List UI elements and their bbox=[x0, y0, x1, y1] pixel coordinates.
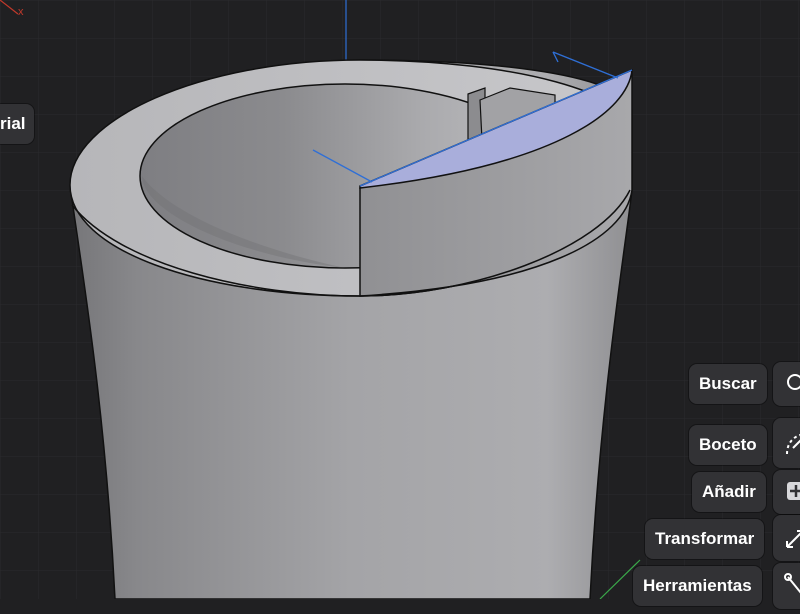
search-icon bbox=[787, 374, 800, 390]
add-tool[interactable] bbox=[773, 470, 800, 514]
transform-arrows-icon bbox=[786, 530, 800, 548]
sketch-button[interactable]: Boceto bbox=[689, 425, 767, 465]
left-panel-button[interactable]: rial bbox=[0, 104, 34, 144]
sketch-button-label: Boceto bbox=[699, 435, 757, 454]
add-button-label: Añadir bbox=[702, 482, 756, 501]
3d-viewport[interactable] bbox=[0, 0, 800, 599]
add-button[interactable]: Añadir bbox=[692, 472, 766, 512]
search-button-label: Buscar bbox=[699, 374, 757, 393]
transform-button-label: Transformar bbox=[655, 529, 755, 548]
tools-button-label: Herramientas bbox=[643, 576, 752, 595]
transform-button[interactable]: Transformar bbox=[645, 519, 765, 559]
tools-icon bbox=[784, 573, 800, 594]
tools-button[interactable]: Herramientas bbox=[633, 566, 762, 606]
search-tool[interactable] bbox=[773, 362, 800, 406]
sketch-tool[interactable] bbox=[773, 418, 800, 468]
add-box-icon bbox=[787, 482, 800, 500]
search-button[interactable]: Buscar bbox=[689, 364, 767, 404]
transform-tool[interactable] bbox=[773, 515, 800, 561]
left-panel-button-label: rial bbox=[0, 114, 26, 133]
axis-gizmo-x-label: x bbox=[18, 6, 24, 18]
sketch-arc-icon bbox=[786, 434, 800, 455]
tools-tool[interactable] bbox=[773, 563, 800, 609]
